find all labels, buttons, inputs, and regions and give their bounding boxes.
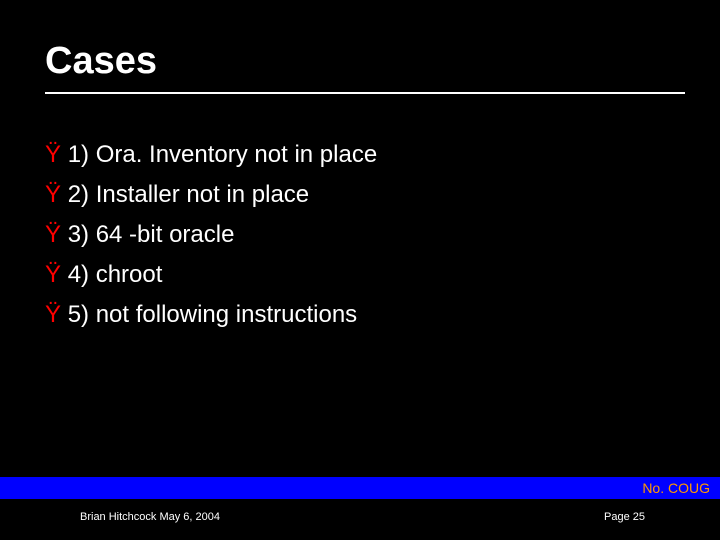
- list-item-text: 4) chroot: [68, 261, 163, 288]
- list-item: Ÿ 5) not following instructions: [45, 295, 377, 335]
- list-item-text: 1) Ora. Inventory not in place: [68, 141, 378, 168]
- list-item-text: 2) Installer not in place: [68, 181, 309, 208]
- list-item: Ÿ 3) 64 -bit oracle: [45, 215, 377, 255]
- slide-title: Cases: [45, 40, 157, 83]
- footer-page: Page 25: [604, 511, 645, 523]
- list-item: Ÿ 4) chroot: [45, 255, 377, 295]
- bullet-list: Ÿ 1) Ora. Inventory not in place Ÿ 2) In…: [45, 135, 377, 335]
- footer-author: Brian Hitchcock May 6, 2004: [80, 511, 220, 523]
- bullet-icon: Ÿ: [45, 261, 61, 288]
- list-item-text: 3) 64 -bit oracle: [68, 221, 235, 248]
- footer-bar: No. COUG: [0, 477, 720, 499]
- bullet-icon: Ÿ: [45, 301, 61, 328]
- list-item-text: 5) not following instructions: [68, 301, 357, 328]
- bullet-icon: Ÿ: [45, 141, 61, 168]
- list-item: Ÿ 1) Ora. Inventory not in place: [45, 135, 377, 175]
- bullet-icon: Ÿ: [45, 221, 61, 248]
- list-item: Ÿ 2) Installer not in place: [45, 175, 377, 215]
- title-underline: [45, 92, 685, 94]
- footer: Brian Hitchcock May 6, 2004 Page 25: [0, 505, 720, 535]
- org-label: No. COUG: [642, 480, 710, 496]
- slide: Cases Ÿ 1) Ora. Inventory not in place Ÿ…: [0, 0, 720, 540]
- bullet-icon: Ÿ: [45, 181, 61, 208]
